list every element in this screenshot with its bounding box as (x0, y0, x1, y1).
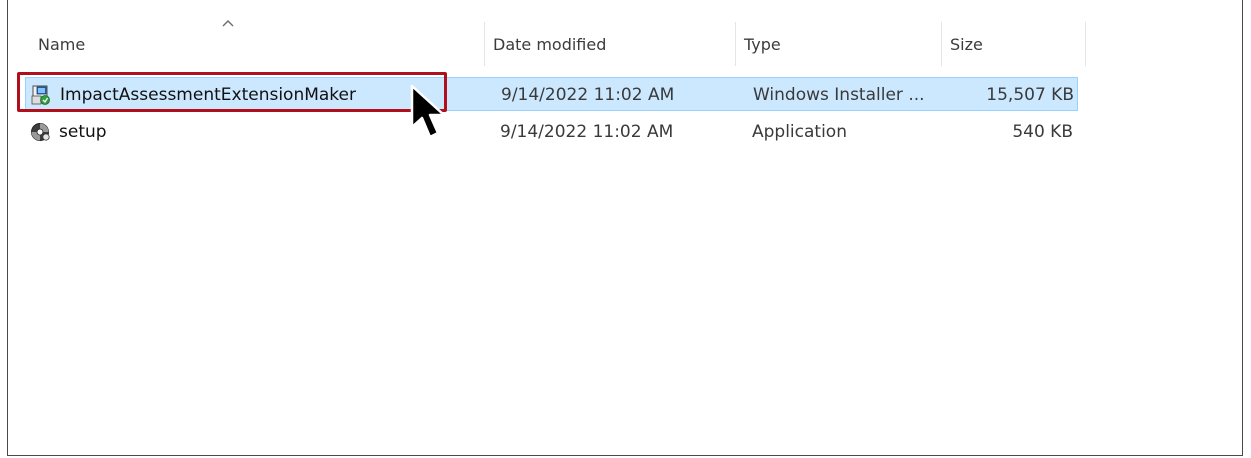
file-date-modified: 9/14/2022 11:02 AM (501, 85, 675, 105)
file-name: setup (59, 122, 107, 142)
column-header-date-modified-label: Date modified (493, 35, 607, 54)
column-header-name[interactable]: Name (30, 0, 490, 66)
setup-application-icon (31, 123, 50, 141)
file-date-modified: 9/14/2022 11:02 AM (500, 122, 674, 142)
column-separator[interactable] (1085, 22, 1086, 66)
file-size: 15,507 KB (986, 85, 1074, 105)
windows-installer-package-icon (31, 85, 50, 105)
column-header-row: Name Date modified Type Size (8, 0, 1098, 66)
file-row[interactable]: ImpactAssessmentExtensionMaker 9/14/2022… (25, 77, 1078, 111)
file-row[interactable]: setup 9/14/2022 11:02 AM Application 540… (25, 115, 1078, 149)
file-name: ImpactAssessmentExtensionMaker (60, 85, 356, 105)
column-header-size[interactable]: Size (942, 0, 1085, 66)
column-header-size-label: Size (950, 35, 983, 54)
column-header-date-modified[interactable]: Date modified (485, 0, 735, 66)
file-explorer-window: Name Date modified Type Size ImpactAsses… (7, 0, 1243, 456)
column-header-type-label: Type (744, 35, 781, 54)
column-header-name-label: Name (38, 35, 86, 54)
file-type: Windows Installer ... (753, 85, 925, 105)
file-type: Application (752, 122, 847, 142)
column-header-type[interactable]: Type (736, 0, 941, 66)
file-size: 540 KB (1012, 122, 1073, 142)
chevron-up-icon (222, 20, 234, 27)
